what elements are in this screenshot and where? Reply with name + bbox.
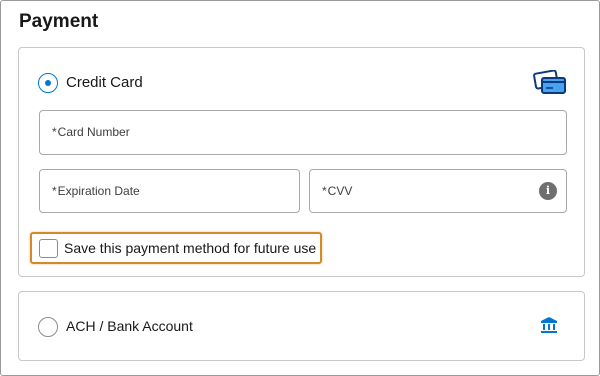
required-mark: * <box>322 184 327 198</box>
expiration-date-placeholder: *Expiration Date <box>52 184 140 198</box>
payment-panel: Payment Credit Card *Card Number *Expira… <box>0 0 600 376</box>
save-payment-method-checkbox[interactable] <box>39 239 58 258</box>
card-number-placeholder: *Card Number <box>52 125 130 139</box>
info-icon[interactable]: i <box>539 182 557 200</box>
cvv-placeholder-text: CVV <box>327 184 353 198</box>
ach-option-card: ACH / Bank Account <box>18 291 585 361</box>
expiration-date-field[interactable]: *Expiration Date <box>39 169 300 213</box>
required-mark: * <box>52 125 57 139</box>
page-title: Payment <box>19 11 99 32</box>
cvv-field[interactable]: *CVV i <box>309 169 567 213</box>
cvv-placeholder: *CVV <box>322 184 352 198</box>
card-number-placeholder-text: Card Number <box>57 125 130 139</box>
credit-card-label[interactable]: Credit Card <box>66 74 143 91</box>
credit-card-icon <box>533 69 567 96</box>
card-number-field[interactable]: *Card Number <box>39 110 567 155</box>
ach-label[interactable]: ACH / Bank Account <box>66 318 193 334</box>
expiration-date-placeholder-text: Expiration Date <box>57 184 140 198</box>
required-mark: * <box>52 184 57 198</box>
credit-card-radio[interactable] <box>38 73 58 93</box>
save-payment-method-label[interactable]: Save this payment method for future use <box>64 240 316 256</box>
ach-radio[interactable] <box>38 317 58 337</box>
save-payment-method-highlight: Save this payment method for future use <box>30 232 322 264</box>
bank-icon <box>540 316 558 334</box>
